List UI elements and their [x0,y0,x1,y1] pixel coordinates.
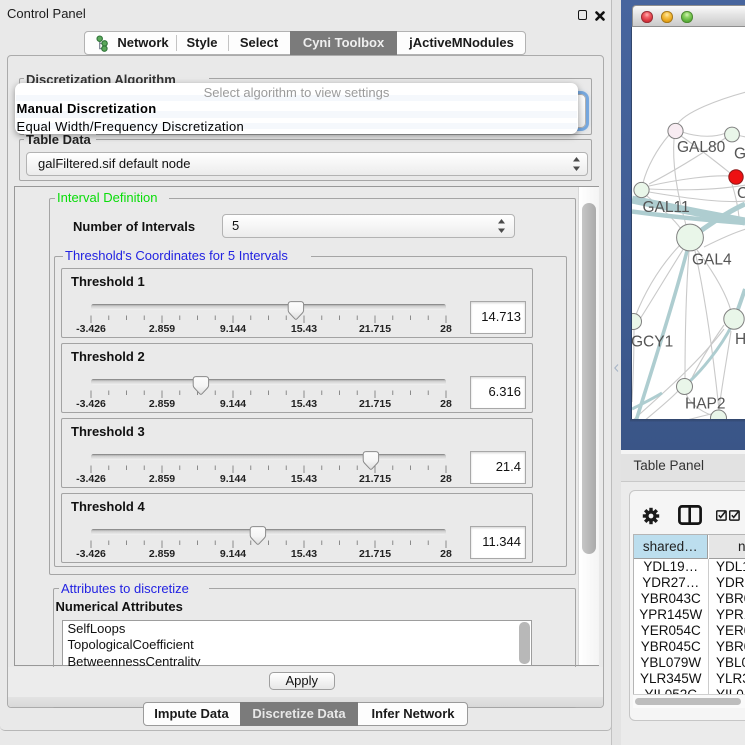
svg-text:H: H [735,331,745,348]
svg-text:C: C [737,185,745,202]
svg-text:GAL80: GAL80 [677,139,726,156]
svg-text:GA: GA [734,145,745,162]
svg-text:GCY1: GCY1 [632,333,673,350]
svg-text:GAL11: GAL11 [643,199,690,216]
svg-text:GAL4: GAL4 [692,251,732,268]
svg-text:HAP2: HAP2 [685,395,726,412]
